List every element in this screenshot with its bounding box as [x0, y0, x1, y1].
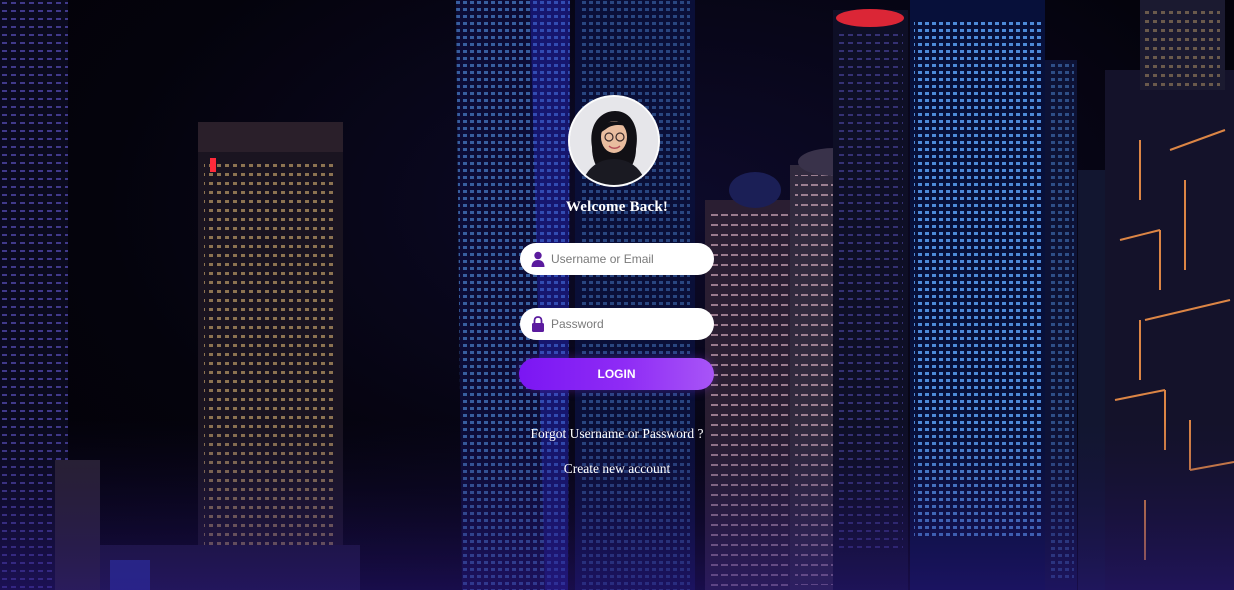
username-field[interactable] — [520, 243, 714, 275]
username-input[interactable] — [551, 243, 707, 275]
password-input[interactable] — [551, 308, 707, 340]
user-icon — [531, 251, 545, 267]
login-button[interactable]: LOGIN — [519, 358, 714, 390]
login-form: Welcome Back! LOGIN Forgot Username or P… — [0, 0, 1234, 590]
welcome-heading: Welcome Back! — [565, 199, 669, 215]
avatar — [568, 95, 660, 187]
password-field[interactable] — [520, 308, 714, 340]
forgot-credentials-link[interactable]: Forgot Username or Password ? — [467, 426, 767, 442]
create-account-link[interactable]: Create new account — [467, 461, 767, 477]
login-page: Welcome Back! LOGIN Forgot Username or P… — [0, 0, 1234, 590]
lock-icon — [532, 316, 544, 332]
